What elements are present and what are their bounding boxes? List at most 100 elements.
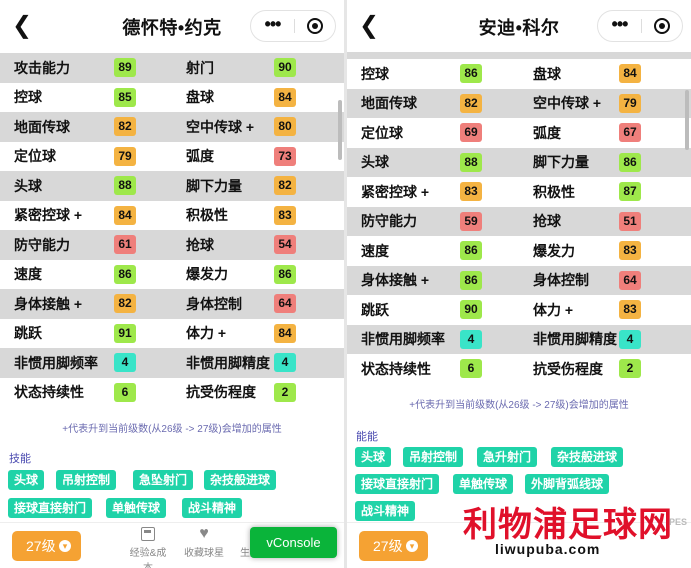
attribute-value: 86 xyxy=(114,264,136,284)
attribute-cell: 弧度 73 xyxy=(172,142,344,172)
skills-list: 头球 吊射控制 急坠射门 杂技般进球 接球直接射门 单触传球 战斗精神 xyxy=(8,470,336,522)
attribute-cell: 脚下力量 86 xyxy=(519,148,691,178)
attribute-cell: 紧密控球 + 84 xyxy=(0,201,172,231)
attribute-value: 84 xyxy=(619,64,641,83)
attribute-label: 体力 + xyxy=(186,325,227,342)
attribute-cell: 控球 85 xyxy=(0,83,172,113)
attribute-value: 82 xyxy=(114,294,136,313)
level-note: +代表升到当前级数(从26级 -> 27级)会增加的属性 xyxy=(62,424,282,435)
capsule-divider xyxy=(294,19,295,33)
attribute-label: 速度 xyxy=(14,266,42,283)
attribute-value: 89 xyxy=(114,58,136,77)
attribute-label: 爆发力 xyxy=(533,242,575,259)
skill-tag: 外脚背弧线球 xyxy=(525,474,610,494)
attribute-cell: 攻击能力 89 xyxy=(0,53,172,83)
attribute-value: 88 xyxy=(114,176,136,195)
attribute-label: 盘球 xyxy=(533,65,561,82)
close-target-icon[interactable] xyxy=(307,18,323,34)
toolbar-favorite-label: 收藏球星 xyxy=(184,548,224,559)
attribute-value: 83 xyxy=(619,300,641,319)
attribute-value: 79 xyxy=(114,146,136,166)
attribute-row: 防守能力 61 抢球 54 xyxy=(0,230,344,260)
attribute-row: 头球 88 脚下力量 82 xyxy=(0,171,344,201)
skills-label: 能能 xyxy=(356,431,378,443)
attribute-cell: 射门 90 xyxy=(172,53,344,83)
attribute-label: 状态持续性 xyxy=(361,360,431,377)
attribute-cell: 抗受伤程度 2 xyxy=(519,354,691,384)
more-dots-icon[interactable]: ••• xyxy=(598,11,641,41)
attribute-cell: 体力 + 84 xyxy=(172,319,344,349)
attribute-label: 攻击能力 xyxy=(14,59,70,76)
attribute-table: 攻击能力 89 射门 90 控球 85 盘球 84 地面传球 82 空中传球 + 80 定位球 79 弧度 7… xyxy=(0,53,344,407)
attribute-row: 跳跃 90 体力 + 83 xyxy=(347,295,691,325)
attribute-value: 54 xyxy=(274,235,296,254)
attribute-value: 4 xyxy=(114,353,136,372)
attribute-label: 紧密控球 + xyxy=(14,207,83,224)
attribute-row: 定位球 79 弧度 73 xyxy=(0,142,344,172)
attribute-cell: 地面传球 82 xyxy=(347,89,519,119)
skill-tag: 战斗精神 xyxy=(182,498,243,518)
attribute-row: 头球 88 脚下力量 86 xyxy=(347,147,691,178)
attribute-row: 非惯用脚频率 4 非惯用脚精度 4 xyxy=(347,324,691,355)
attribute-row: 控球 86 盘球 84 xyxy=(347,59,691,89)
vconsole-button[interactable]: vConsole xyxy=(250,527,337,558)
skill-tag: 接球直接射门 xyxy=(8,498,93,518)
attribute-cell: 体力 + 83 xyxy=(519,295,691,325)
close-target-icon[interactable] xyxy=(654,18,670,34)
attribute-value: 6 xyxy=(460,359,482,378)
scrollbar-thumb[interactable] xyxy=(338,100,342,160)
attribute-label: 抢球 xyxy=(533,213,561,230)
attribute-cell: 速度 86 xyxy=(347,236,519,266)
attribute-cell: 跳跃 91 xyxy=(0,319,172,349)
attribute-cell: 防守能力 59 xyxy=(347,207,519,237)
attribute-label: 体力 + xyxy=(533,301,574,318)
attribute-value: 86 xyxy=(460,64,482,83)
navbar: ❮ 安迪•科尔 ••• xyxy=(347,0,691,52)
attribute-label: 身体接触 + xyxy=(361,272,430,289)
screens: ❮ 德怀特•约克 ••• 攻击能力 89 射门 90 控球 85 盘球 84 地面传球 82 空中传… xyxy=(0,0,691,568)
attribute-row: 定位球 69 弧度 67 xyxy=(347,118,691,148)
attribute-row: 身体接触 + 86 身体控制 64 xyxy=(347,265,691,296)
attribute-value: 59 xyxy=(460,211,482,231)
attribute-label: 弧度 xyxy=(533,124,561,141)
attribute-label: 定位球 xyxy=(14,148,56,165)
attribute-label: 头球 xyxy=(361,154,389,171)
attribute-label: 跳跃 xyxy=(14,325,42,342)
attribute-value: 69 xyxy=(460,123,482,142)
attribute-row: 状态持续性 6 抗受伤程度 2 xyxy=(0,378,344,408)
more-dots-icon[interactable]: ••• xyxy=(251,11,294,41)
level-button[interactable]: 27级 ▾ xyxy=(359,531,428,561)
toolbar-favorite[interactable]: ♥ 收藏球星 xyxy=(184,526,224,560)
attribute-value: 86 xyxy=(460,241,482,260)
attribute-label: 防守能力 xyxy=(14,236,70,253)
attribute-cell: 速度 86 xyxy=(0,260,172,290)
attribute-label: 控球 xyxy=(14,89,42,106)
attribute-cell: 地面传球 82 xyxy=(0,112,172,142)
attribute-value: 64 xyxy=(274,294,296,313)
attribute-row: 非惯用脚频率 4 非惯用脚精度 4 xyxy=(0,348,344,378)
scrollbar-thumb[interactable] xyxy=(685,90,689,150)
attribute-label: 身体控制 xyxy=(186,295,242,312)
attribute-cell: 盘球 84 xyxy=(172,83,344,113)
skill-tag: 急坠射门 xyxy=(133,470,194,490)
skill-tag: 头球 xyxy=(355,447,392,467)
toolbar-exp-cost[interactable]: 经验&成本 xyxy=(125,527,171,568)
attribute-label: 脚下力量 xyxy=(186,177,242,194)
attribute-row: 地面传球 82 空中传球 + 79 xyxy=(347,88,691,119)
attribute-label: 速度 xyxy=(361,242,389,259)
attribute-value: 4 xyxy=(274,353,296,372)
attribute-label: 空中传球 + xyxy=(186,118,255,135)
attribute-value: 86 xyxy=(619,152,641,172)
attribute-label: 抗受伤程度 xyxy=(186,384,256,401)
attribute-value: 83 xyxy=(619,241,641,260)
attribute-cell: 非惯用脚精度 4 xyxy=(519,325,691,355)
attribute-value: 67 xyxy=(619,123,641,142)
attribute-cell: 非惯用脚精度 4 xyxy=(172,348,344,378)
attribute-cell: 跳跃 90 xyxy=(347,295,519,325)
level-button[interactable]: 27级 ▾ xyxy=(12,531,81,561)
attribute-label: 状态持续性 xyxy=(14,384,84,401)
skill-tag: 单触传球 xyxy=(453,474,514,494)
attribute-cell: 身体控制 64 xyxy=(519,266,691,296)
attribute-value: 61 xyxy=(114,235,136,254)
attribute-cell: 状态持续性 6 xyxy=(347,354,519,384)
